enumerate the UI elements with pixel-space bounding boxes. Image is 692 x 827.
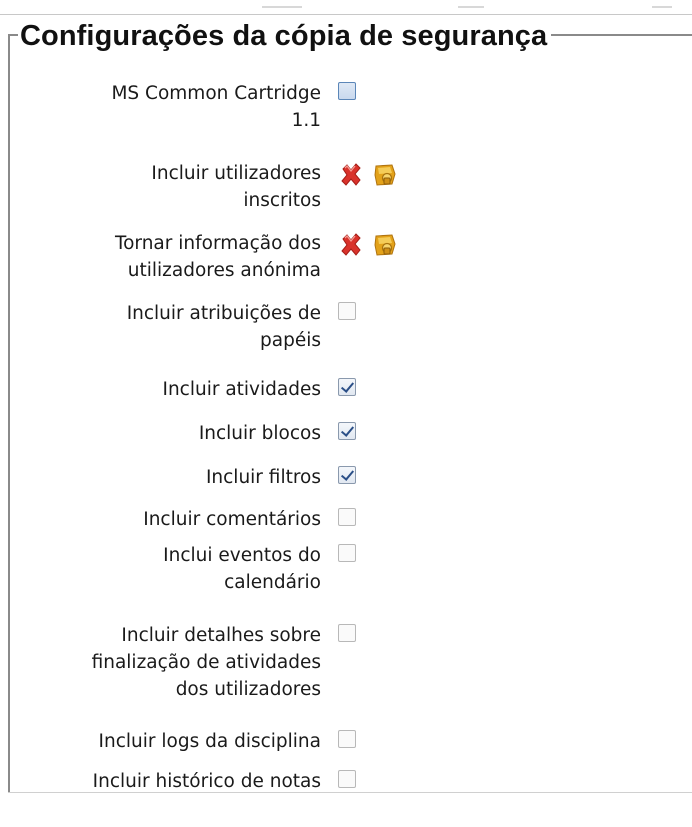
- setting-checkbox[interactable]: [338, 544, 356, 562]
- setting-checkbox[interactable]: [338, 466, 356, 484]
- fieldset-bottom-border: [8, 792, 692, 793]
- setting-control: [338, 544, 356, 562]
- setting-label: Incluir comentários: [143, 509, 321, 530]
- setting-control: [338, 378, 356, 396]
- setting-control: [338, 508, 356, 526]
- red-x-icon: [338, 232, 364, 258]
- setting-control: [338, 730, 356, 748]
- padlock-icon: [372, 162, 398, 188]
- red-x-icon: [338, 162, 364, 188]
- setting-label: Tornar informação dos utilizadores anóni…: [114, 233, 321, 281]
- setting-control: [338, 82, 356, 100]
- setting-checkbox[interactable]: [338, 624, 356, 642]
- setting-checkbox[interactable]: [338, 422, 356, 440]
- setting-label: Inclui eventos do calendário: [163, 545, 321, 593]
- setting-checkbox[interactable]: [338, 770, 356, 788]
- setting-label: Incluir utilizadores inscritos: [151, 163, 321, 211]
- setting-label: Incluir filtros: [205, 467, 321, 488]
- padlock-icon: [372, 232, 398, 258]
- setting-checkbox[interactable]: [338, 82, 356, 100]
- setting-label: Incluir atribuições de papéis: [126, 303, 321, 351]
- top-edge: [0, 0, 692, 15]
- setting-control: [338, 302, 356, 320]
- section-title: Configurações da cópia de segurança: [18, 18, 552, 54]
- setting-control: [338, 232, 398, 258]
- setting-label: Incluir logs da disciplina: [98, 731, 321, 752]
- setting-label: MS Common Cartridge 1.1: [111, 83, 321, 131]
- setting-control: [338, 162, 398, 188]
- setting-checkbox[interactable]: [338, 508, 356, 526]
- setting-control: [338, 466, 356, 484]
- setting-checkbox[interactable]: [338, 302, 356, 320]
- cropped-text-fragment: [652, 6, 672, 8]
- cropped-text-fragment: [458, 6, 484, 8]
- setting-label: Incluir blocos: [198, 423, 321, 444]
- setting-control: [338, 624, 356, 642]
- setting-label: Incluir atividades: [162, 379, 321, 400]
- setting-checkbox[interactable]: [338, 378, 356, 396]
- cropped-text-fragment: [262, 6, 302, 8]
- setting-control: [338, 422, 356, 440]
- setting-control: [338, 770, 356, 788]
- setting-checkbox[interactable]: [338, 730, 356, 748]
- setting-label: Incluir histórico de notas: [92, 771, 321, 792]
- setting-label: Incluir detalhes sobre finalização de at…: [91, 625, 321, 700]
